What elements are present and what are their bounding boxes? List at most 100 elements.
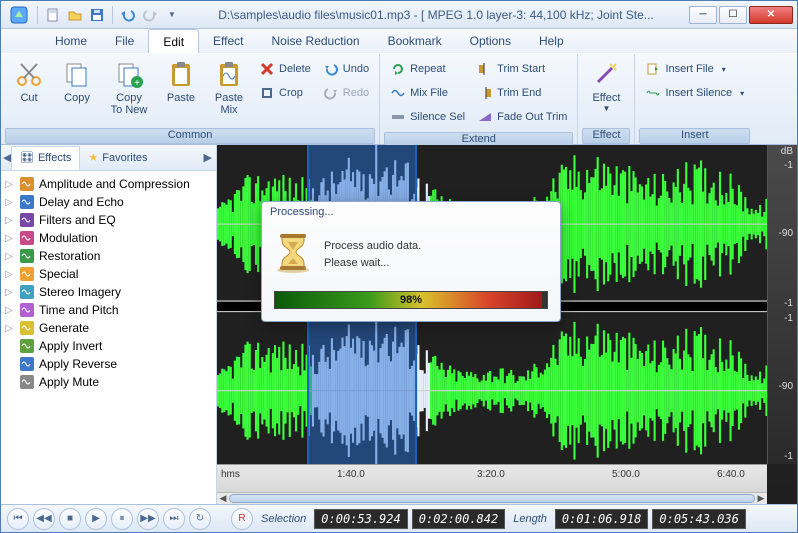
db-label: -1 bbox=[784, 451, 793, 462]
trim-end-button[interactable]: Trim End bbox=[473, 82, 571, 104]
delete-button[interactable]: Delete bbox=[255, 58, 315, 80]
sidebar-item[interactable]: Apply Reverse bbox=[3, 355, 214, 373]
crop-icon bbox=[259, 85, 275, 101]
panel-prev-icon[interactable]: ◀ bbox=[3, 151, 9, 164]
chevron-down-icon: ▾ bbox=[740, 89, 744, 98]
crop-button[interactable]: Crop bbox=[255, 82, 315, 104]
fade-out-trim-button[interactable]: Fade Out Trim bbox=[473, 106, 571, 128]
play-button[interactable]: ▶ bbox=[85, 508, 107, 530]
insert-file-button[interactable]: Insert File▾ bbox=[641, 58, 748, 80]
qat-open-icon[interactable] bbox=[66, 6, 84, 24]
title-bar: ▼ D:\samples\audio files\music01.mp3 - [… bbox=[1, 1, 797, 29]
qat-dropdown-icon[interactable]: ▼ bbox=[163, 6, 181, 24]
sidebar-item-label: Filters and EQ bbox=[39, 213, 116, 227]
qat-save-icon[interactable] bbox=[88, 6, 106, 24]
stop-button[interactable]: ■ bbox=[59, 508, 81, 530]
sidebar-item[interactable]: Apply Mute bbox=[3, 373, 214, 391]
effect-button[interactable]: Effect▼ bbox=[582, 56, 630, 115]
paste-mix-label: Paste Mix bbox=[215, 92, 243, 116]
length-time-b: 0:05:43.036 bbox=[652, 509, 745, 529]
clipboard-mix-icon bbox=[213, 58, 245, 90]
horizontal-scrollbar[interactable]: ◀ ▶ bbox=[217, 492, 767, 504]
copy-button[interactable]: Copy bbox=[53, 56, 101, 106]
redo-icon bbox=[323, 85, 339, 101]
menu-bookmark[interactable]: Bookmark bbox=[374, 29, 456, 53]
effects-sidebar: ◀ 🎛Effects ★Favorites ▶ ▷Amplitude and C… bbox=[1, 145, 217, 504]
sidebar-item[interactable]: ▷Generate bbox=[3, 319, 214, 337]
silence-sel-button[interactable]: Silence Sel bbox=[386, 106, 469, 128]
copy-to-new-button[interactable]: +Copy To New bbox=[101, 56, 157, 118]
rewind-button[interactable]: ◀◀ bbox=[33, 508, 55, 530]
rewind-start-button[interactable]: ⏮ bbox=[7, 508, 29, 530]
paste-mix-button[interactable]: Paste Mix bbox=[205, 56, 253, 118]
record-button[interactable]: R bbox=[231, 508, 253, 530]
effect-icon bbox=[19, 356, 35, 372]
selection-label: Selection bbox=[261, 513, 306, 525]
trim-start-button[interactable]: Trim Start bbox=[473, 58, 571, 80]
sidebar-item-label: Apply Mute bbox=[39, 375, 99, 389]
menu-effect[interactable]: Effect bbox=[199, 29, 257, 53]
minimize-button[interactable]: ─ bbox=[689, 6, 717, 24]
timeline-tick: 1:40.0 bbox=[337, 469, 365, 480]
scrollbar-thumb[interactable] bbox=[229, 494, 755, 503]
undo-button[interactable]: Undo bbox=[319, 58, 373, 80]
scroll-left-icon[interactable]: ◀ bbox=[217, 493, 229, 505]
processing-dialog: Processing... Process audio data. Please… bbox=[261, 201, 561, 322]
scroll-right-icon[interactable]: ▶ bbox=[755, 493, 767, 505]
menu-help[interactable]: Help bbox=[525, 29, 578, 53]
redo-button[interactable]: Redo bbox=[319, 82, 373, 104]
qat-redo-icon[interactable] bbox=[141, 6, 159, 24]
db-label: -90 bbox=[779, 381, 793, 392]
sidebar-item[interactable]: ▷Time and Pitch bbox=[3, 301, 214, 319]
sidebar-item[interactable]: ▷Modulation bbox=[3, 229, 214, 247]
star-icon: ★ bbox=[88, 151, 98, 164]
trim-start-icon bbox=[477, 61, 493, 77]
sidebar-tab-effects[interactable]: 🎛Effects bbox=[11, 146, 80, 170]
cut-button[interactable]: Cut bbox=[5, 56, 53, 106]
waveform-area[interactable]: dB -1 -90 -1 -1 -90 -1 hms 1:40.0 3:20.0… bbox=[217, 145, 797, 504]
paste-button[interactable]: Paste bbox=[157, 56, 205, 106]
panel-next-icon[interactable]: ▶ bbox=[204, 151, 212, 164]
undo-icon bbox=[323, 61, 339, 77]
sidebar-tab-favorites[interactable]: ★Favorites bbox=[80, 146, 155, 170]
sidebar-item-label: Stereo Imagery bbox=[39, 285, 121, 299]
sidebar-item[interactable]: ▷Special bbox=[3, 265, 214, 283]
sidebar-item-label: Delay and Echo bbox=[39, 195, 124, 209]
repeat-button[interactable]: Repeat bbox=[386, 58, 469, 80]
qat-new-icon[interactable] bbox=[44, 6, 62, 24]
db-scale: dB -1 -90 -1 -1 -90 -1 bbox=[767, 145, 797, 464]
sidebar-item[interactable]: ▷Restoration bbox=[3, 247, 214, 265]
forward-button[interactable]: ▶▶ bbox=[137, 508, 159, 530]
sidebar-item[interactable]: Apply Invert bbox=[3, 337, 214, 355]
sidebar-item[interactable]: ▷ Filters and EQ bbox=[3, 211, 214, 229]
fade-icon bbox=[477, 109, 493, 125]
insertsilence-label: Insert Silence bbox=[665, 87, 732, 99]
dialog-title: Processing... bbox=[262, 202, 560, 222]
group-common-label: Common bbox=[5, 128, 375, 144]
loop-button[interactable]: ↻ bbox=[189, 508, 211, 530]
menu-home[interactable]: Home bbox=[41, 29, 101, 53]
repeat-icon bbox=[390, 61, 406, 77]
expand-icon: ▷ bbox=[5, 215, 15, 226]
insert-silence-button[interactable]: Insert Silence ▾ bbox=[641, 82, 748, 104]
timeline-tick: 6:40.0 bbox=[717, 469, 745, 480]
menu-options[interactable]: Options bbox=[456, 29, 525, 53]
insert-silence-icon bbox=[645, 85, 661, 101]
qat-undo-icon[interactable] bbox=[119, 6, 137, 24]
menu-noise-reduction[interactable]: Noise Reduction bbox=[258, 29, 374, 53]
mix-file-button[interactable]: Mix File bbox=[386, 82, 469, 104]
menu-edit[interactable]: Edit bbox=[148, 29, 199, 53]
pause-button[interactable]: ⏸ bbox=[111, 508, 133, 530]
menu-bar: Home File Edit Effect Noise Reduction Bo… bbox=[1, 29, 797, 53]
close-button[interactable]: ✕ bbox=[749, 6, 793, 24]
sidebar-item[interactable]: ▷Amplitude and Compression bbox=[3, 175, 214, 193]
sidebar-item[interactable]: ▷Stereo Imagery bbox=[3, 283, 214, 301]
length-label: Length bbox=[513, 513, 547, 525]
forward-end-button[interactable]: ⏭ bbox=[163, 508, 185, 530]
menu-file[interactable]: File bbox=[101, 29, 148, 53]
timeline[interactable]: hms 1:40.0 3:20.0 5:00.0 6:40.0 bbox=[217, 464, 767, 492]
effect-icon bbox=[19, 302, 35, 318]
scissors-icon bbox=[13, 58, 45, 90]
sidebar-item[interactable]: ▷Delay and Echo bbox=[3, 193, 214, 211]
maximize-button[interactable]: ☐ bbox=[719, 6, 747, 24]
